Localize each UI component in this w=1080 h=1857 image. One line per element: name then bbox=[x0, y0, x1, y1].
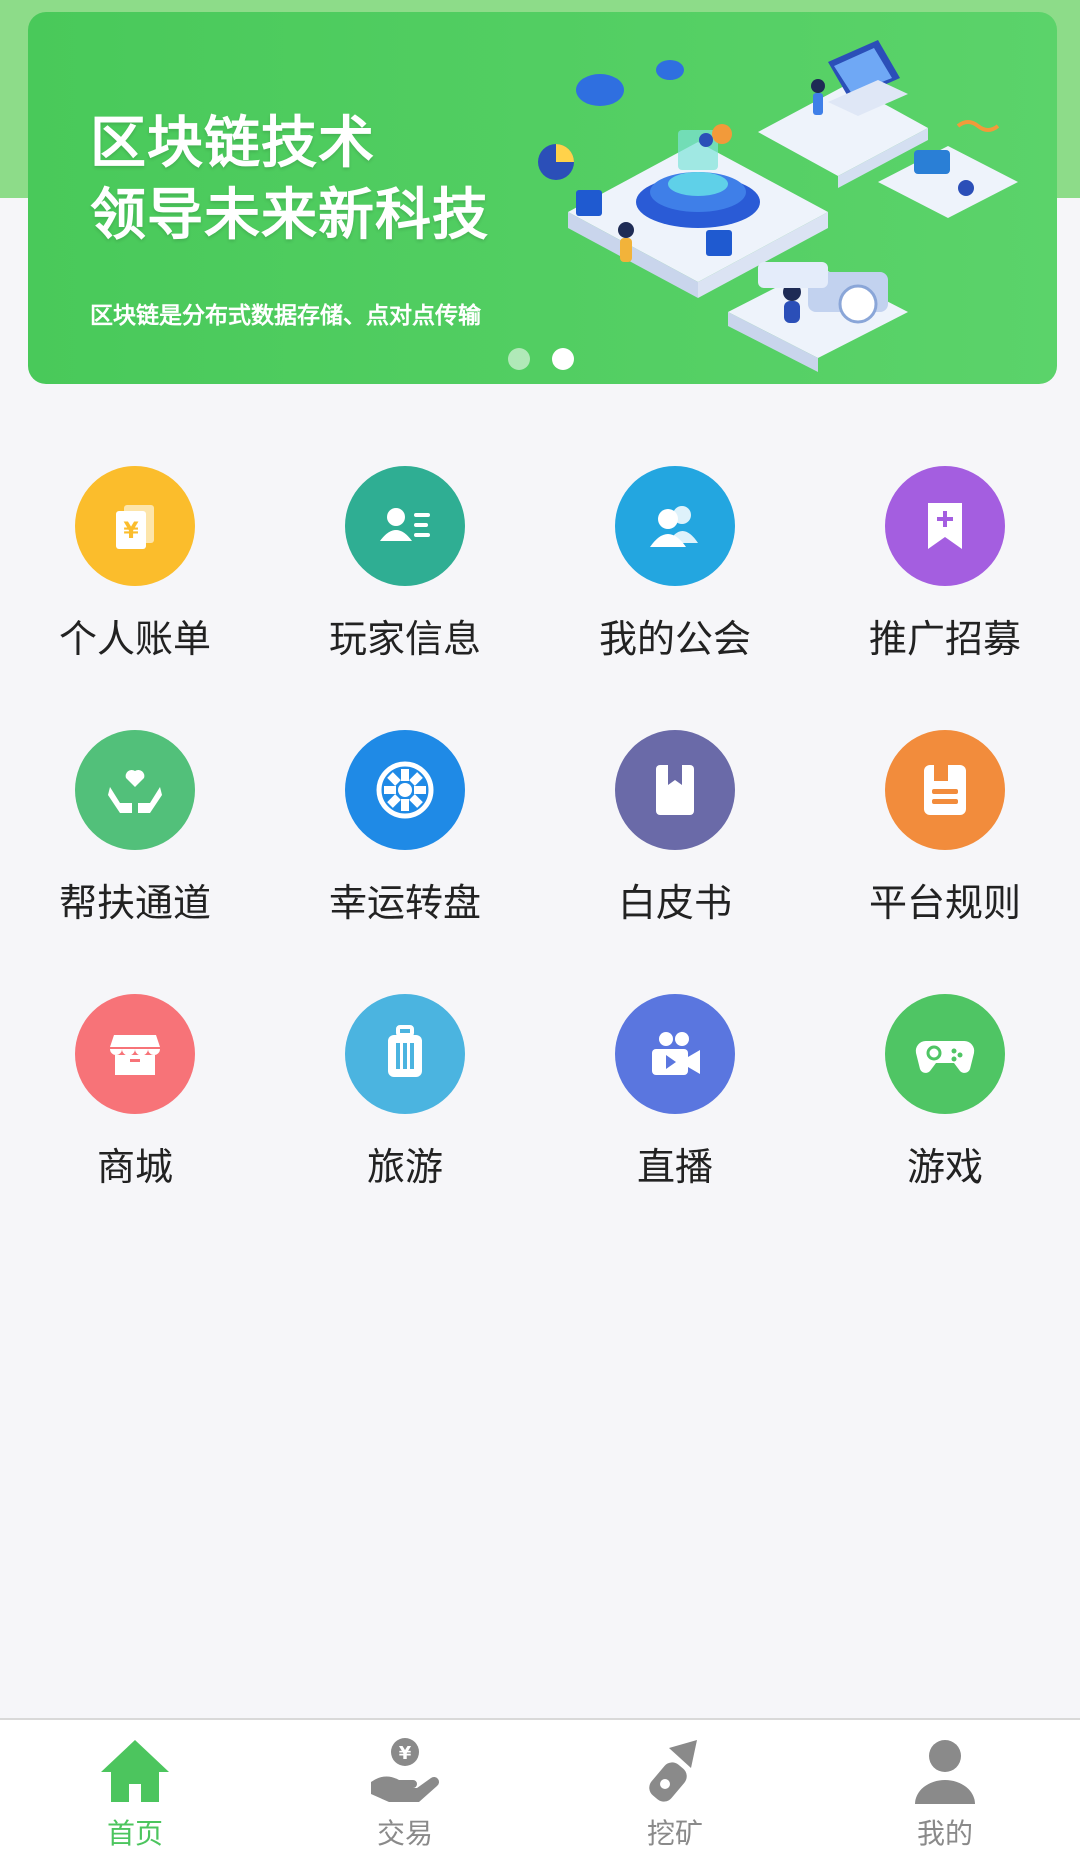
menu-item-whitepaper[interactable]: 白皮书 bbox=[540, 730, 810, 926]
pagination-dot-2[interactable] bbox=[552, 348, 574, 370]
menu-label: 推广招募 bbox=[868, 617, 1021, 661]
tab-trade[interactable]: ¥ 交易 bbox=[270, 1720, 540, 1857]
game-icon bbox=[885, 994, 1005, 1114]
banner-title: 区块链技术 领导未来新科技 bbox=[90, 111, 489, 248]
bill-icon: ¥ bbox=[75, 466, 195, 586]
whitepaper-icon bbox=[615, 730, 735, 850]
promo-banner[interactable]: 区块链技术 领导未来新科技 区块链是分布式数据存储、点对点传输 bbox=[28, 12, 1057, 384]
promote-icon bbox=[885, 466, 1005, 586]
travel-icon bbox=[345, 994, 465, 1114]
wheel-icon bbox=[345, 730, 465, 850]
svg-text:¥: ¥ bbox=[399, 1743, 412, 1764]
menu-item-shop[interactable]: 商城 bbox=[0, 994, 270, 1190]
menu-item-guild[interactable]: 我的公会 bbox=[540, 466, 810, 662]
menu-label: 旅游 bbox=[366, 1145, 443, 1189]
menu-label: 白皮书 bbox=[617, 881, 732, 925]
banner-pagination bbox=[508, 348, 574, 370]
menu-item-promote[interactable]: 推广招募 bbox=[810, 466, 1080, 662]
menu-label: 幸运转盘 bbox=[328, 881, 481, 925]
menu-item-bill[interactable]: ¥ 个人账单 bbox=[0, 466, 270, 662]
menu-label: 平台规则 bbox=[868, 881, 1021, 925]
mining-icon bbox=[649, 1740, 697, 1802]
menu-label: 个人账单 bbox=[58, 617, 211, 661]
profile-icon bbox=[915, 1740, 975, 1804]
help-icon bbox=[75, 730, 195, 850]
home-icon bbox=[101, 1740, 169, 1802]
svg-text:¥: ¥ bbox=[123, 519, 139, 544]
live-icon bbox=[615, 994, 735, 1114]
rules-icon bbox=[885, 730, 1005, 850]
menu-label: 直播 bbox=[636, 1145, 713, 1189]
banner-subtitle: 区块链是分布式数据存储、点对点传输 bbox=[90, 303, 481, 329]
menu-item-rules[interactable]: 平台规则 bbox=[810, 730, 1080, 926]
bottom-tab-bar: 首页 ¥ 交易 挖矿 我的 bbox=[0, 1718, 1080, 1857]
tab-label: 交易 bbox=[376, 1817, 433, 1850]
trade-icon: ¥ bbox=[371, 1738, 439, 1802]
menu-label: 商城 bbox=[96, 1145, 173, 1189]
menu-item-travel[interactable]: 旅游 bbox=[270, 994, 540, 1190]
menu-label: 玩家信息 bbox=[328, 617, 481, 661]
feature-menu-grid: ¥ 个人账单 玩家信息 我的公会 推广招募 帮扶通道 幸运转盘 白皮书 平台规则… bbox=[0, 466, 1080, 1190]
menu-item-live[interactable]: 直播 bbox=[540, 994, 810, 1190]
tab-label: 挖矿 bbox=[646, 1817, 703, 1850]
menu-item-player-info[interactable]: 玩家信息 bbox=[270, 466, 540, 662]
tab-home[interactable]: 首页 bbox=[0, 1720, 270, 1857]
menu-item-game[interactable]: 游戏 bbox=[810, 994, 1080, 1190]
blockchain-illustration bbox=[538, 40, 1018, 372]
guild-icon bbox=[615, 466, 735, 586]
tab-profile[interactable]: 我的 bbox=[810, 1720, 1080, 1857]
tab-label: 我的 bbox=[916, 1817, 973, 1850]
menu-item-lucky-wheel[interactable]: 幸运转盘 bbox=[270, 730, 540, 926]
tab-mining[interactable]: 挖矿 bbox=[540, 1720, 810, 1857]
tab-label: 首页 bbox=[106, 1817, 163, 1850]
shop-icon bbox=[75, 994, 195, 1114]
menu-label: 帮扶通道 bbox=[58, 881, 211, 925]
menu-item-help[interactable]: 帮扶通道 bbox=[0, 730, 270, 926]
menu-label: 游戏 bbox=[906, 1145, 983, 1189]
player-info-icon bbox=[345, 466, 465, 586]
menu-label: 我的公会 bbox=[598, 617, 751, 661]
pagination-dot-1[interactable] bbox=[508, 348, 530, 370]
